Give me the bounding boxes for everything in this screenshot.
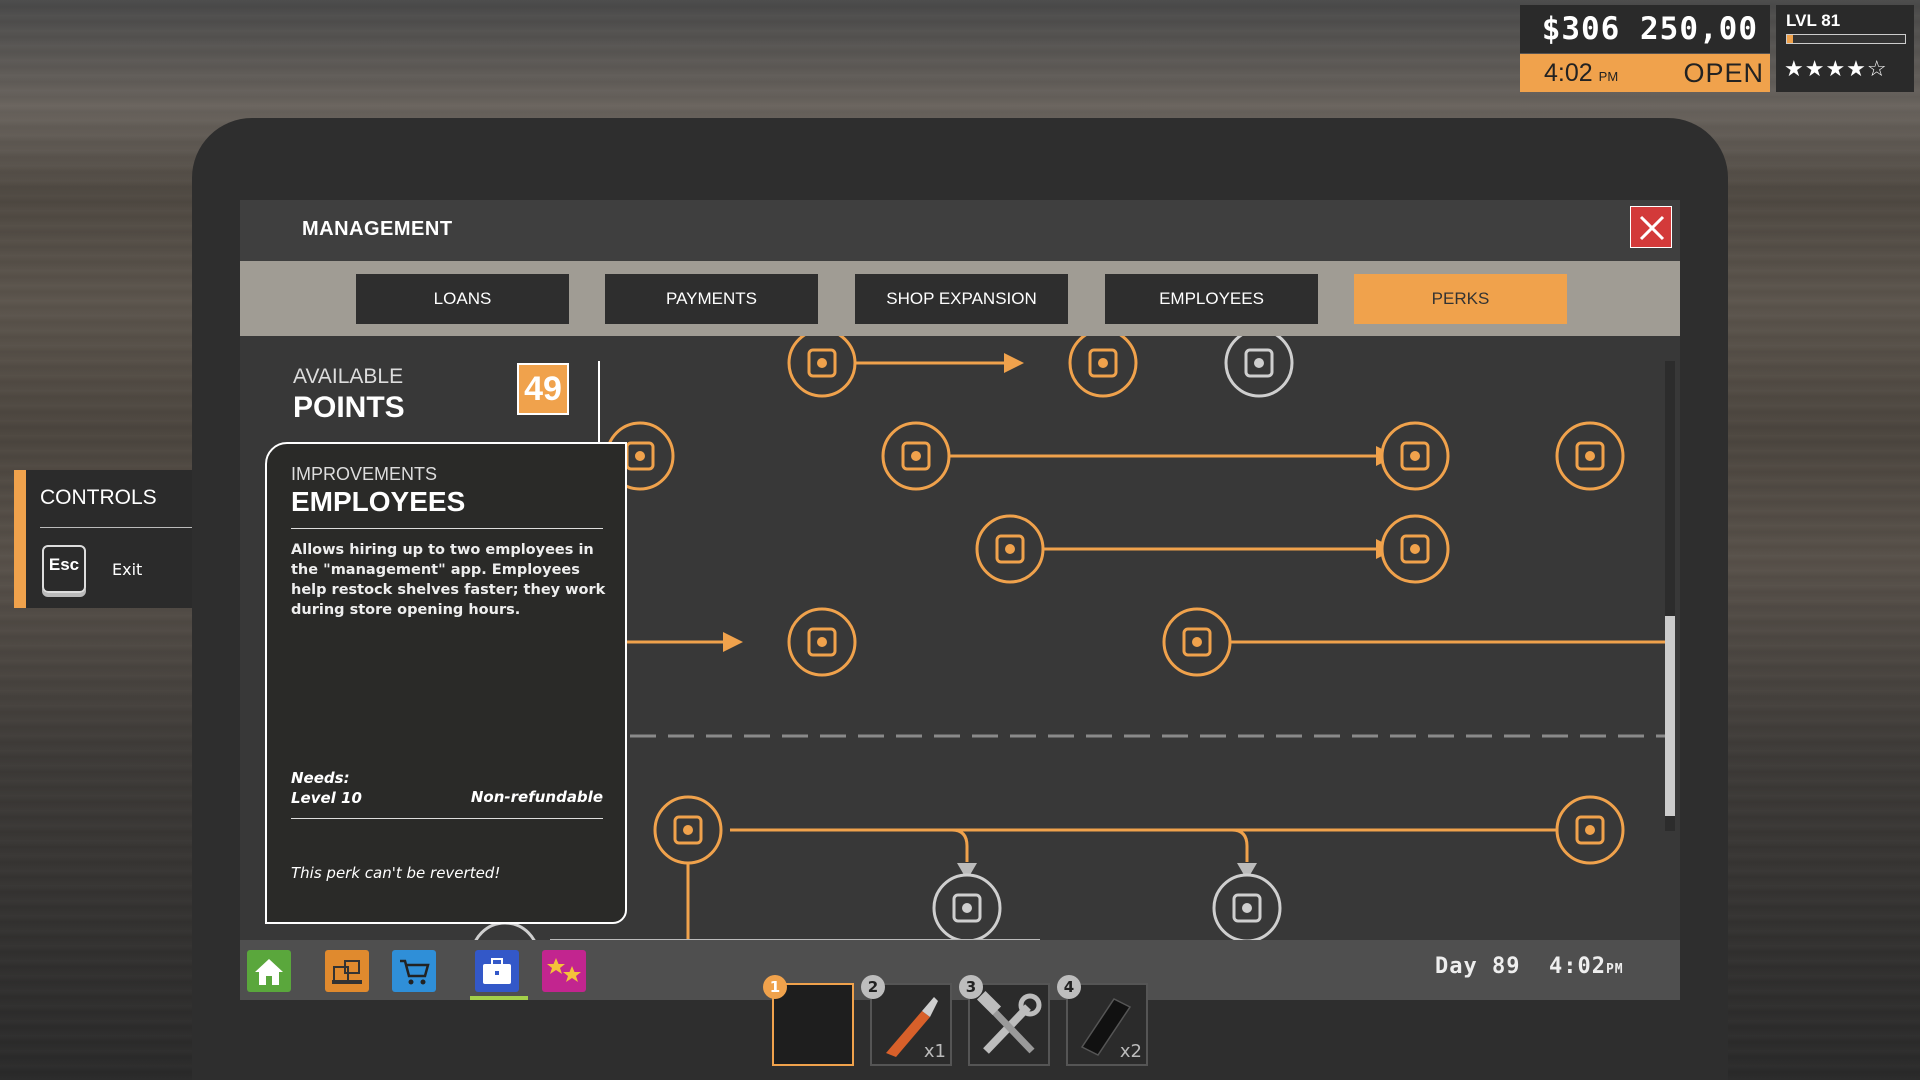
- vertical-scrollbar[interactable]: [1665, 616, 1675, 816]
- hud: $306 250,00 4:02 PM OPEN LVL 81 ★★★★☆: [1520, 5, 1920, 92]
- hotbar-slot-4-qty: x2: [1119, 1041, 1142, 1062]
- tab-employees[interactable]: EMPLOYEES: [1105, 274, 1318, 324]
- invoice-register-icon[interactable]: [787, 336, 857, 398]
- gears-icon[interactable]: [932, 873, 1002, 940]
- briefcase-icon: [483, 958, 511, 984]
- tab-perks[interactable]: PERKS: [1354, 274, 1567, 324]
- clock-suffix: PM: [1598, 69, 1619, 84]
- link-to-geartools: [1231, 828, 1249, 862]
- hotbar-slot-3[interactable]: [968, 983, 1050, 1066]
- hotbar-slot-3-number: 3: [959, 975, 983, 999]
- level-label: LVL 81: [1786, 11, 1841, 30]
- level-progress-fill: [1787, 35, 1793, 43]
- app-boxes-button[interactable]: [325, 950, 369, 992]
- perk-description: Allows hiring up to two employees in the…: [291, 542, 606, 618]
- level-box: LVL 81 ★★★★☆: [1776, 5, 1914, 92]
- close-button[interactable]: [1630, 206, 1672, 248]
- perk-category: IMPROVEMENTS: [291, 464, 438, 484]
- repair-tools-icon: [976, 990, 1042, 1054]
- perk-needs: Needs: Level 10: [291, 768, 362, 808]
- cashier-icon[interactable]: [975, 514, 1045, 584]
- tab-loans[interactable]: LOANS: [356, 274, 569, 324]
- exit-label: Exit: [112, 560, 143, 579]
- points-title: POINTS: [293, 391, 405, 424]
- discount-hand-icon[interactable]: [1068, 336, 1138, 398]
- clock-time: 4:02: [1544, 59, 1593, 87]
- app-home-button[interactable]: [247, 950, 291, 992]
- window-title: MANAGEMENT: [302, 218, 453, 240]
- perk-tree-arrows: [723, 353, 1585, 840]
- fast-delivery-icon[interactable]: [1555, 421, 1625, 491]
- needs-value: Level 10: [291, 789, 362, 807]
- close-icon: [1639, 215, 1665, 241]
- title-bar: MANAGEMENT: [240, 200, 1680, 261]
- perk-refund-status: Non-refundable: [470, 788, 603, 806]
- tab-shop-expansion[interactable]: SHOP EXPANSION: [855, 274, 1068, 324]
- shop-status: OPEN: [1683, 58, 1764, 88]
- hotbar-slot-4[interactable]: x2: [1066, 983, 1148, 1066]
- level-progress-bar: [1786, 34, 1906, 44]
- cart-icon: [400, 959, 430, 985]
- app-briefcase-button[interactable]: [475, 950, 519, 992]
- fast-shelf-icon[interactable]: [1380, 514, 1450, 584]
- clock: 4:02 PM: [1544, 59, 1618, 88]
- auction-gavel-icon[interactable]: [1224, 336, 1294, 398]
- small-gear-icon[interactable]: [472, 921, 538, 940]
- perk-detail-card: IMPROVEMENTS EMPLOYEES Allows hiring up …: [265, 442, 627, 924]
- employee-carry-icon[interactable]: [1162, 607, 1232, 677]
- perk-name: EMPLOYEES: [291, 486, 466, 517]
- app-stars-button[interactable]: [542, 950, 586, 992]
- esc-key-icon[interactable]: Esc: [42, 545, 86, 593]
- taskbar-daytime: Day 89 4:02PM: [1435, 954, 1624, 979]
- gear-tools-icon[interactable]: [1212, 873, 1282, 940]
- link-to-gears: [951, 828, 969, 862]
- home-icon: [255, 959, 283, 985]
- perk-divider: [291, 528, 603, 529]
- shopping-basket-icon[interactable]: [881, 421, 951, 491]
- laptop: MANAGEMENT LOANS PAYMENTS SHOP EXPANSION…: [192, 118, 1728, 1080]
- hotbar-slot-1[interactable]: [772, 983, 854, 1066]
- taskbar-time: 4:02: [1548, 954, 1606, 979]
- clock-bar: 4:02 PM OPEN: [1520, 54, 1770, 92]
- tab-bar: LOANS PAYMENTS SHOP EXPANSION EMPLOYEES …: [240, 261, 1680, 336]
- rating-stars: ★★★★☆: [1784, 57, 1888, 82]
- stars-icon: [547, 958, 581, 982]
- active-app-indicator: [470, 996, 528, 1000]
- controls-title: CONTROLS: [40, 486, 157, 509]
- laptop-screen: MANAGEMENT LOANS PAYMENTS SHOP EXPANSION…: [240, 200, 1680, 1000]
- taskbar-time-suffix: PM: [1605, 962, 1624, 977]
- controls-divider: [40, 527, 214, 528]
- perks-content: AVAILABLE POINTS 49 IMPROVEMENTS EMPLOYE…: [240, 336, 1680, 940]
- delivery-box-icon[interactable]: [1380, 421, 1450, 491]
- shelf-stock-icon[interactable]: [787, 607, 857, 677]
- app-cart-button[interactable]: [392, 950, 436, 992]
- points-badge: 49: [517, 363, 569, 415]
- wrench-hammer-icon[interactable]: [653, 795, 723, 865]
- boxes-icon: [332, 960, 362, 984]
- hotbar-slot-2-qty: x1: [923, 1041, 946, 1062]
- perk-tree-links: [625, 361, 1665, 940]
- hotbar-slot-2-number: 2: [861, 975, 885, 999]
- tab-payments[interactable]: PAYMENTS: [605, 274, 818, 324]
- money-display: $306 250,00: [1520, 5, 1770, 53]
- hotbar-slot-4-number: 4: [1057, 975, 1081, 999]
- points-label: AVAILABLE: [293, 365, 404, 388]
- perk-tree-arrows-locked: [957, 863, 1257, 880]
- hotbar-slot-2[interactable]: x1: [870, 983, 952, 1066]
- perk-revert-note: This perk can't be reverted!: [291, 864, 501, 882]
- day-label: Day 89: [1435, 954, 1521, 979]
- needs-label: Needs:: [291, 769, 350, 787]
- recycle-gear-icon[interactable]: [1555, 795, 1625, 865]
- hotbar-slot-1-number: 1: [763, 975, 787, 999]
- perk-divider-bottom: [291, 818, 603, 819]
